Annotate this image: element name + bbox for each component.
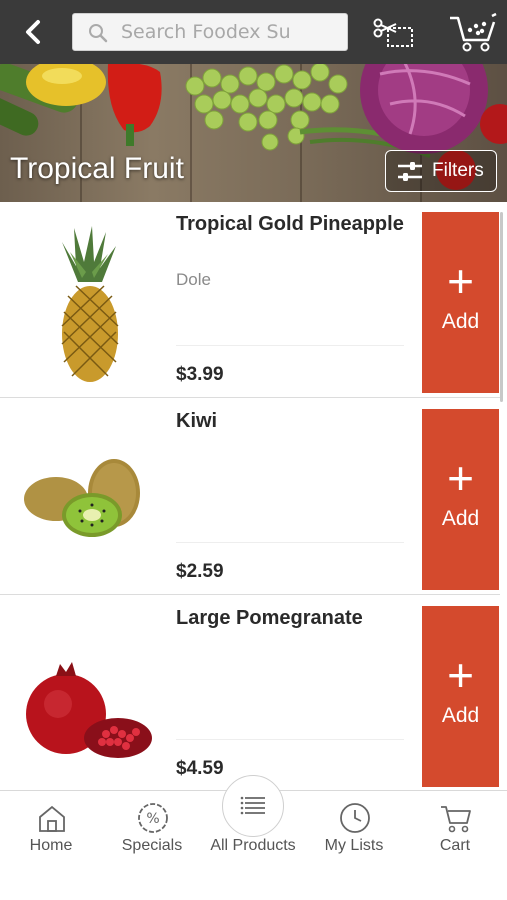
- sliders-icon: [396, 161, 424, 187]
- product-name[interactable]: Kiwi: [176, 409, 412, 434]
- kiwi-image: [18, 419, 158, 579]
- add-to-cart-button[interactable]: + Add: [422, 606, 499, 787]
- bottom-tab-bar: Home % Specials All Products My Lists Ca…: [0, 775, 507, 900]
- shopping-cart-icon[interactable]: [448, 12, 498, 54]
- home-icon: [35, 801, 69, 835]
- product-brand: Dole: [176, 270, 211, 289]
- search-box[interactable]: [72, 13, 348, 51]
- plus-icon: +: [447, 452, 474, 504]
- search-icon: [87, 22, 109, 48]
- add-label: Add: [441, 704, 480, 727]
- divider: [176, 739, 404, 740]
- product-row-pomegranate[interactable]: Large Pomegranate $4.59 + Add: [0, 596, 500, 790]
- pineapple-image: [18, 222, 158, 382]
- product-price: $3.99: [176, 364, 224, 385]
- tab-home[interactable]: Home: [1, 791, 101, 871]
- tab-specials[interactable]: % Specials: [102, 791, 202, 871]
- clock-icon: [338, 801, 372, 835]
- divider: [176, 345, 404, 346]
- tab-label: Cart: [439, 837, 471, 854]
- search-input[interactable]: [121, 14, 343, 50]
- svg-text:%: %: [146, 811, 159, 827]
- product-row-kiwi[interactable]: Kiwi $2.59 + Add: [0, 399, 500, 595]
- add-to-cart-button[interactable]: + Add: [422, 409, 499, 590]
- divider: [176, 542, 404, 543]
- list-icon: [237, 789, 271, 823]
- pomegranate-image: [18, 616, 158, 776]
- tab-cart[interactable]: Cart: [405, 791, 505, 871]
- top-bar: [0, 0, 507, 64]
- product-row-pineapple[interactable]: Tropical Gold Pineapple Dole $3.99 + Add: [0, 202, 500, 398]
- scrollbar[interactable]: [500, 212, 503, 402]
- product-list: Tropical Gold Pineapple Dole $3.99 + Add…: [0, 202, 507, 790]
- coupon-scissors-icon[interactable]: [372, 14, 416, 50]
- category-title: Tropical Fruit: [10, 152, 184, 185]
- add-to-cart-button[interactable]: + Add: [422, 212, 499, 393]
- filters-button[interactable]: Filters: [385, 150, 497, 192]
- product-price: $2.59: [176, 561, 224, 582]
- cart-icon: [439, 801, 473, 835]
- tab-all-products[interactable]: All Products: [203, 791, 303, 871]
- back-arrow-icon[interactable]: [18, 14, 52, 50]
- product-name[interactable]: Tropical Gold Pineapple: [176, 212, 412, 237]
- product-name[interactable]: Large Pomegranate: [176, 606, 412, 631]
- product-price: $4.59: [176, 758, 224, 779]
- percent-badge-icon: %: [136, 801, 170, 835]
- add-label: Add: [441, 507, 480, 530]
- plus-icon: +: [447, 649, 474, 701]
- add-label: Add: [441, 310, 480, 333]
- tab-my-lists[interactable]: My Lists: [304, 791, 404, 871]
- plus-icon: +: [447, 255, 474, 307]
- filters-label: Filters: [432, 160, 484, 181]
